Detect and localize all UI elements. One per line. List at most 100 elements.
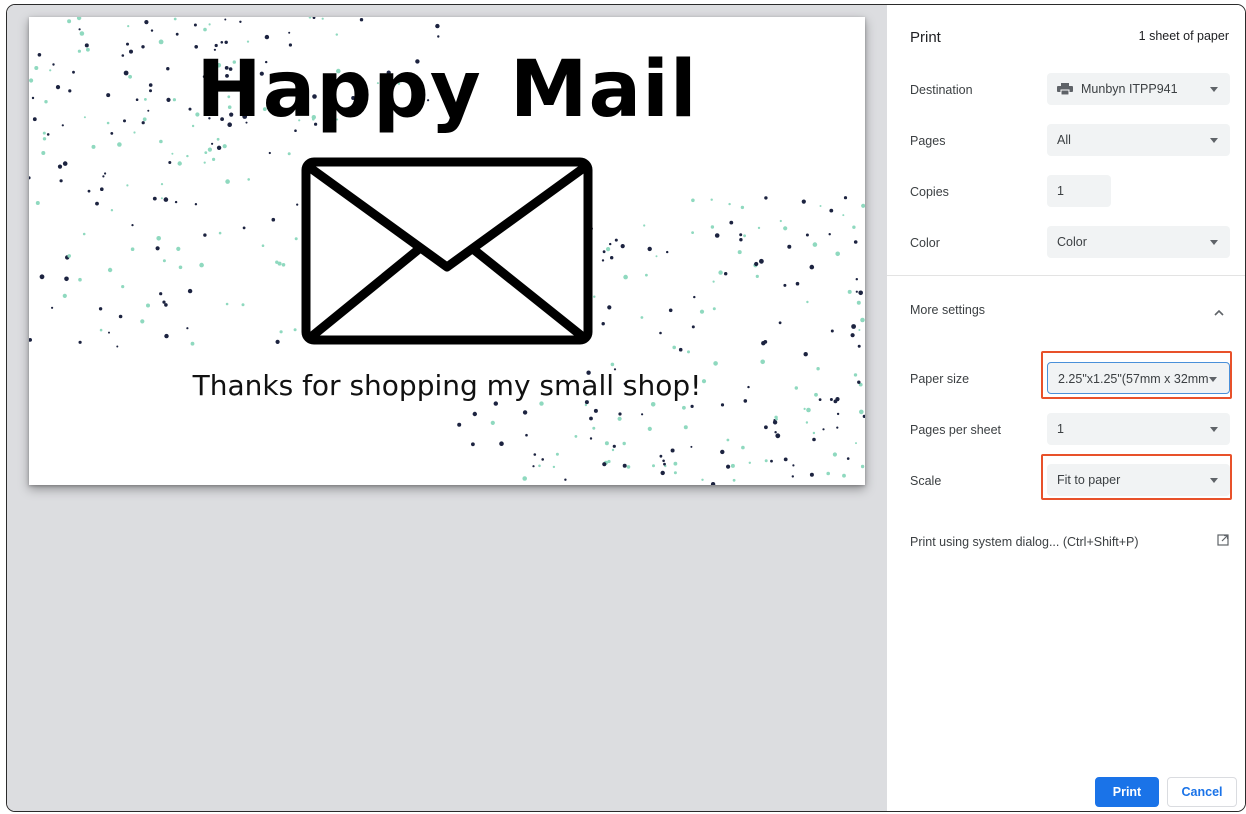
confetti-dot bbox=[261, 244, 265, 247]
color-label: Color bbox=[910, 236, 940, 250]
confetti-dot bbox=[740, 205, 745, 210]
confetti-dot bbox=[98, 307, 103, 311]
confetti-dot bbox=[277, 261, 282, 266]
confetti-dot bbox=[116, 345, 119, 348]
confetti-dot bbox=[812, 242, 818, 247]
confetti-dot bbox=[641, 413, 644, 416]
confetti-dot bbox=[622, 463, 627, 468]
confetti-dot bbox=[670, 448, 675, 453]
confetti-dot bbox=[159, 139, 163, 144]
confetti-dot bbox=[846, 457, 850, 460]
confetti-dot bbox=[847, 289, 852, 294]
preview-page: Happy Mail Thanks for shopping my small … bbox=[29, 17, 865, 485]
confetti-dot bbox=[611, 448, 615, 452]
confetti-dot bbox=[614, 238, 618, 242]
panel-title: Print bbox=[910, 29, 941, 46]
confetti-dot bbox=[552, 465, 556, 469]
confetti-dot bbox=[220, 41, 224, 44]
confetti-dot bbox=[806, 407, 811, 413]
confetti-dot bbox=[584, 403, 588, 407]
scale-highlight bbox=[1041, 454, 1232, 500]
confetti-dot bbox=[104, 172, 107, 175]
confetti-dot bbox=[144, 20, 149, 25]
confetti-dot bbox=[691, 231, 694, 235]
confetti-dot bbox=[739, 238, 743, 242]
confetti-dot bbox=[190, 341, 195, 346]
system-dialog-link[interactable]: Print using system dialog... (Ctrl+Shift… bbox=[910, 535, 1139, 549]
confetti-dot bbox=[853, 240, 858, 244]
confetti-dot bbox=[783, 283, 787, 287]
confetti-dot bbox=[829, 208, 834, 213]
confetti-dot bbox=[78, 28, 81, 31]
open-external-icon[interactable] bbox=[1217, 534, 1229, 546]
confetti-dot bbox=[835, 251, 840, 257]
confetti-dot bbox=[626, 465, 631, 469]
confetti-dot bbox=[620, 244, 625, 249]
confetti-dot bbox=[647, 246, 652, 252]
confetti-dot bbox=[110, 209, 114, 212]
print-button[interactable]: Print bbox=[1095, 777, 1159, 807]
dropdown-arrow-icon bbox=[1210, 427, 1218, 432]
pages-per-sheet-select[interactable]: 1 bbox=[1047, 413, 1230, 445]
confetti-dot bbox=[471, 442, 475, 447]
destination-row: Destination Munbyn ITPP941 bbox=[910, 73, 1230, 107]
confetti-dot bbox=[678, 347, 683, 352]
confetti-dot bbox=[787, 244, 792, 249]
confetti-dot bbox=[294, 237, 298, 241]
scale-label: Scale bbox=[910, 474, 942, 488]
confetti-dot bbox=[296, 203, 299, 206]
confetti-dot bbox=[130, 247, 135, 251]
cancel-button[interactable]: Cancel bbox=[1167, 777, 1237, 807]
pages-per-sheet-row: Pages per sheet 1 bbox=[910, 413, 1230, 447]
pages-select[interactable]: All bbox=[1047, 124, 1230, 156]
confetti-dot bbox=[216, 137, 220, 141]
confetti-dot bbox=[35, 201, 40, 205]
confetti-dot bbox=[457, 422, 462, 427]
confetti-dot bbox=[493, 401, 498, 406]
confetti-dot bbox=[728, 202, 731, 206]
confetti-dot bbox=[602, 462, 607, 467]
confetti-dot bbox=[538, 464, 541, 468]
confetti-dot bbox=[754, 261, 759, 267]
color-select[interactable]: Color bbox=[1047, 226, 1230, 258]
confetti-dot bbox=[773, 419, 776, 422]
headline-text: Happy Mail bbox=[196, 45, 698, 135]
confetti-dot bbox=[760, 359, 765, 365]
copies-input[interactable]: 1 bbox=[1047, 175, 1111, 207]
destination-select[interactable]: Munbyn ITPP941 bbox=[1047, 73, 1230, 105]
confetti-dot bbox=[241, 303, 245, 307]
more-settings-toggle[interactable]: More settings bbox=[910, 301, 1229, 325]
confetti-dot bbox=[710, 198, 713, 201]
confetti-dot bbox=[156, 236, 161, 241]
confetti-dot bbox=[607, 459, 611, 464]
confetti-dot bbox=[860, 464, 865, 469]
confetti-dot bbox=[207, 147, 212, 152]
confetti-dot bbox=[293, 328, 297, 332]
confetti-dot bbox=[589, 416, 593, 421]
confetti-dot bbox=[775, 418, 778, 421]
confetti-dot bbox=[843, 196, 848, 200]
confetti-dot bbox=[222, 144, 227, 149]
confetti-dot bbox=[203, 27, 207, 32]
confetti-dot bbox=[275, 339, 280, 344]
confetti-dot bbox=[726, 438, 730, 442]
confetti-dot bbox=[76, 17, 82, 21]
confetti-dot bbox=[78, 340, 82, 344]
confetti-dot bbox=[764, 459, 768, 463]
confetti-dot bbox=[673, 461, 678, 466]
confetti-dot bbox=[659, 454, 663, 458]
confetti-dot bbox=[140, 319, 145, 324]
confetti-dot bbox=[437, 35, 440, 38]
confetti-dot bbox=[121, 285, 125, 289]
confetti-dot bbox=[108, 331, 110, 334]
confetti-dot bbox=[499, 441, 504, 447]
confetti-dot bbox=[612, 444, 616, 448]
confetti-dot bbox=[146, 303, 150, 308]
confetti-dot bbox=[95, 201, 99, 206]
print-settings-panel: Print 1 sheet of paper Destination Munby… bbox=[887, 5, 1245, 811]
confetti-dot bbox=[712, 307, 716, 311]
confetti-dot bbox=[842, 473, 846, 478]
confetti-dot bbox=[279, 330, 283, 334]
confetti-dot bbox=[673, 471, 677, 475]
confetti-dot bbox=[860, 317, 865, 323]
